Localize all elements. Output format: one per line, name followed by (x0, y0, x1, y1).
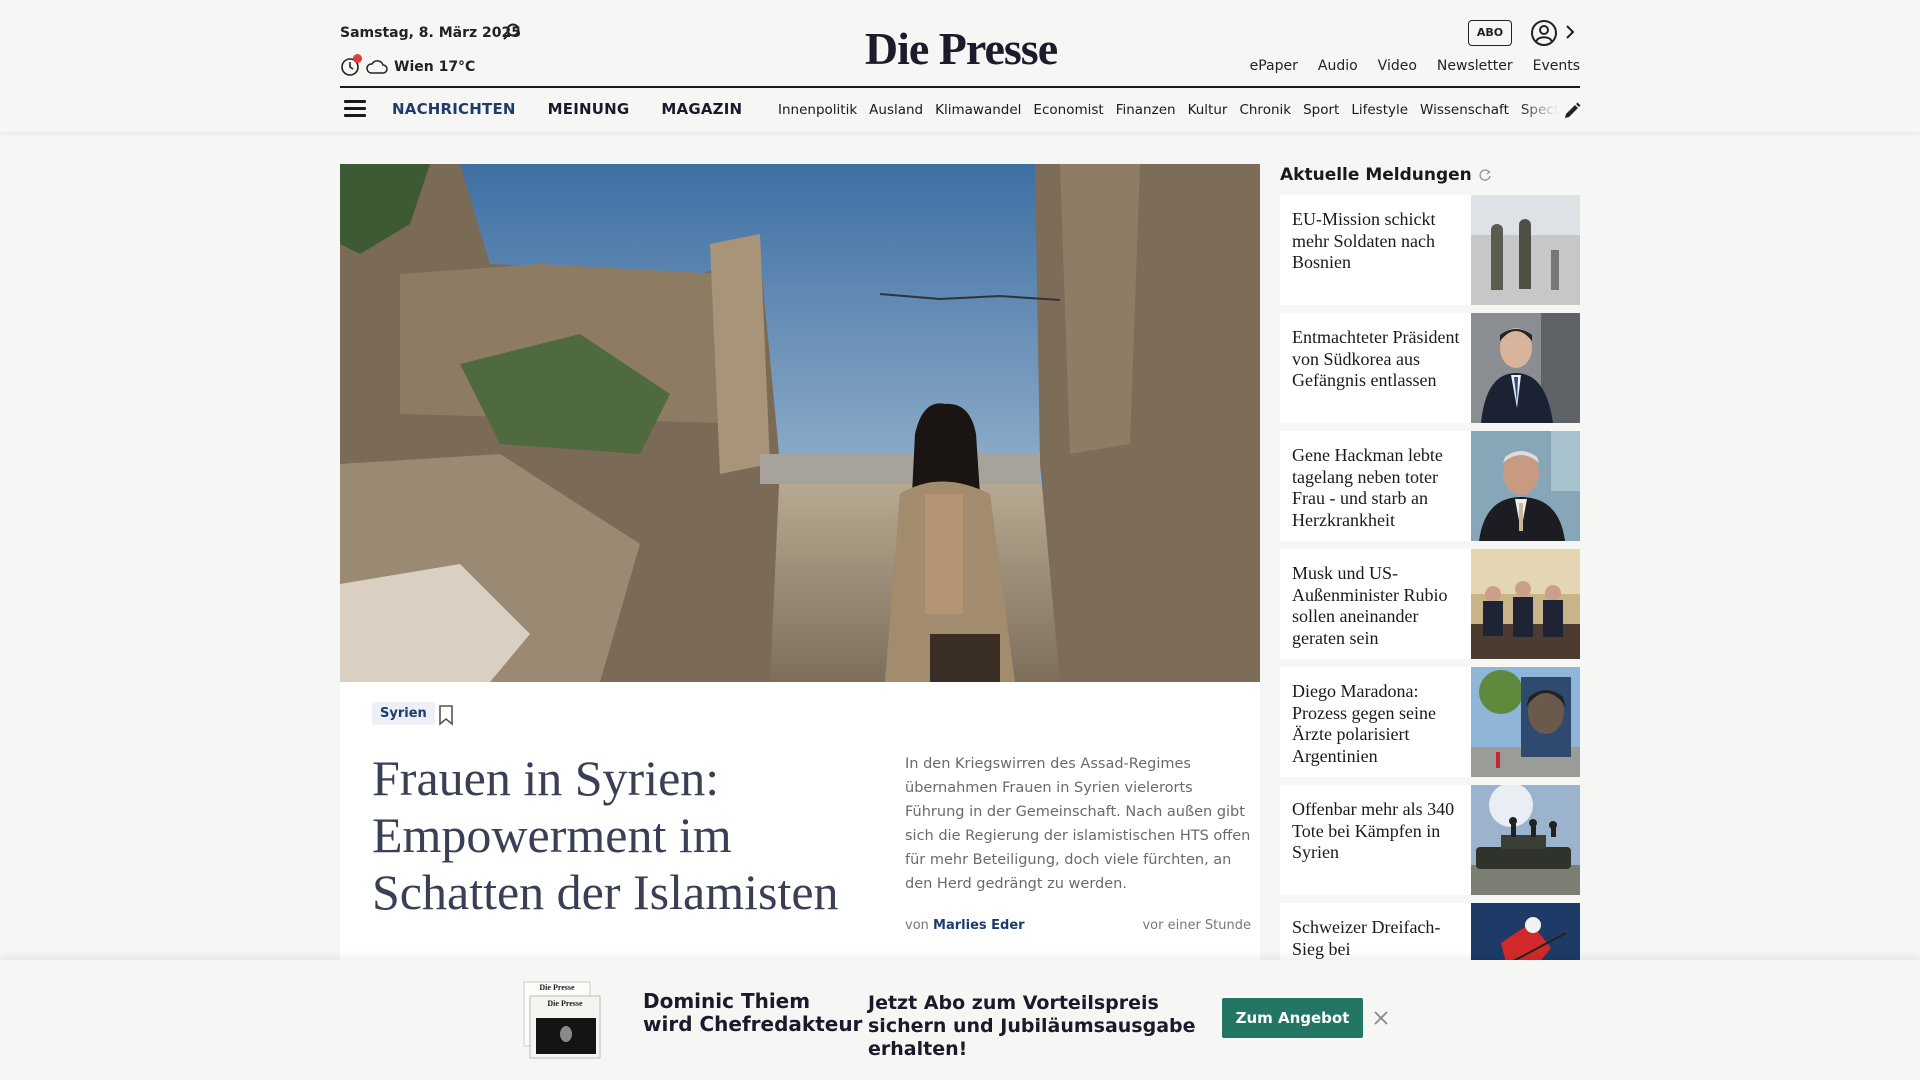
weather-text: Wien 17°C (394, 59, 476, 75)
news-item[interactable]: Gene Hackman lebte tagelang neben toter … (1280, 431, 1580, 541)
news-thumbnail[interactable] (1471, 431, 1580, 541)
article-card[interactable]: Syrien Frauen in Syrien: Empowerment im … (340, 682, 1260, 982)
news-item[interactable]: EU-Mission schickt mehr Soldaten nach Bo… (1280, 195, 1580, 305)
main-navigation: NACHRICHTEN MEINUNG MAGAZIN Innenpolitik… (340, 90, 1582, 130)
link-video[interactable]: Video (1378, 58, 1417, 74)
offer-button[interactable]: Zum Angebot (1222, 998, 1363, 1038)
news-item[interactable]: Offenbar mehr als 340 Tote bei Kämpfen i… (1280, 785, 1580, 895)
nav-meinung[interactable]: MEINUNG (548, 100, 630, 118)
header-divider (340, 86, 1580, 88)
news-item[interactable]: Diego Maradona: Prozess gegen seine Ärzt… (1280, 667, 1580, 777)
chevron-right-icon[interactable] (1564, 23, 1576, 41)
nav-nachrichten[interactable]: NACHRICHTEN (392, 100, 516, 118)
nav-magazin[interactable]: MAGAZIN (661, 100, 742, 118)
newspaper-image: Die Presse Die Presse (523, 981, 601, 1059)
user-icon[interactable] (1530, 19, 1558, 47)
link-newsletter[interactable]: Newsletter (1437, 58, 1513, 74)
link-audio[interactable]: Audio (1318, 58, 1358, 74)
site-header: Samstag, 8. März 2025 Wien 17°C Die Pres… (0, 0, 1920, 132)
nav-subcategories: Innenpolitik Ausland Klimawandel Economi… (778, 102, 1558, 122)
promo-text: Jetzt Abo zum Vorteilspreis sichern und … (868, 992, 1196, 1060)
article-time: vor einer Stunde (1142, 918, 1251, 933)
news-item-title[interactable]: Musk und US-Außenminister Rubio sollen a… (1292, 563, 1470, 649)
news-thumbnail[interactable] (1471, 549, 1580, 659)
menu-icon[interactable] (344, 100, 366, 118)
nav-spectrum[interactable]: Spectrum (1521, 102, 1558, 122)
nav-wissenschaft[interactable]: Wissenschaft (1420, 102, 1509, 122)
nav-sport[interactable]: Sport (1303, 102, 1339, 122)
nav-klimawandel[interactable]: Klimawandel (935, 102, 1021, 122)
search-icon[interactable] (502, 22, 522, 42)
link-epaper[interactable]: ePaper (1250, 58, 1298, 74)
news-item-title[interactable]: Offenbar mehr als 340 Tote bei Kämpfen i… (1292, 799, 1470, 864)
article-hero-image[interactable] (340, 164, 1260, 682)
top-links: ePaper Audio Video Newsletter Events (1250, 58, 1580, 74)
nav-innenpolitik[interactable]: Innenpolitik (778, 102, 857, 122)
news-list: EU-Mission schickt mehr Soldaten nach Bo… (1280, 195, 1580, 1021)
nav-chronik[interactable]: Chronik (1239, 102, 1291, 122)
article-tag[interactable]: Syrien (372, 702, 435, 725)
article-headline[interactable]: Frauen in Syrien: Empowerment im Schatte… (372, 750, 872, 921)
news-item[interactable]: Entmachteter Präsident von Südkorea aus … (1280, 313, 1580, 423)
bookmark-icon[interactable] (436, 704, 456, 726)
abo-button[interactable]: ABO (1468, 20, 1512, 46)
news-item-title[interactable]: Entmachteter Präsident von Südkorea aus … (1292, 327, 1470, 392)
site-logo[interactable]: Die Presse (858, 20, 1064, 78)
nav-ausland[interactable]: Ausland (869, 102, 923, 122)
newspaper-mini-logo: Die Presse (539, 983, 575, 992)
weather-widget[interactable]: Wien 17°C (340, 54, 476, 78)
promo-title: Dominic Thiem wird Chefredakteur (643, 989, 863, 1036)
news-item-title[interactable]: Gene Hackman lebte tagelang neben toter … (1292, 445, 1470, 531)
cloud-icon (366, 60, 388, 74)
news-thumbnail[interactable] (1471, 667, 1580, 777)
news-item-title[interactable]: Diego Maradona: Prozess gegen seine Ärzt… (1292, 681, 1470, 767)
byline-prefix: von (905, 918, 929, 933)
news-item-title[interactable]: EU-Mission schickt mehr Soldaten nach Bo… (1292, 209, 1470, 274)
pencil-icon[interactable] (1562, 101, 1582, 121)
article-byline: von Marlies Eder (905, 918, 1025, 933)
nav-lifestyle[interactable]: Lifestyle (1351, 102, 1408, 122)
close-icon[interactable] (1373, 1010, 1389, 1026)
nav-main-sections: NACHRICHTEN MEINUNG MAGAZIN (392, 100, 742, 118)
clock-icon[interactable] (340, 54, 362, 77)
link-events[interactable]: Events (1533, 58, 1580, 74)
refresh-icon[interactable] (1478, 168, 1492, 182)
news-thumbnail[interactable] (1471, 785, 1580, 895)
author-link[interactable]: Marlies Eder (933, 918, 1025, 933)
sidebar-title-text: Aktuelle Meldungen (1280, 165, 1472, 185)
article-teaser: In den Kriegswirren des Assad-Regimes üb… (905, 756, 1251, 892)
nav-kultur[interactable]: Kultur (1188, 102, 1228, 122)
nav-economist[interactable]: Economist (1033, 102, 1103, 122)
sidebar-title: Aktuelle Meldungen (1280, 165, 1492, 185)
subscription-banner: Die Presse Die Presse Dominic Thiem wird… (0, 960, 1920, 1080)
news-item[interactable]: Musk und US-Außenminister Rubio sollen a… (1280, 549, 1580, 659)
newspaper-mini-logo: Die Presse (547, 999, 583, 1008)
current-date: Samstag, 8. März 2025 (340, 25, 522, 41)
notification-dot (353, 54, 362, 63)
news-thumbnail[interactable] (1471, 195, 1580, 305)
news-thumbnail[interactable] (1471, 313, 1580, 423)
news-item-title[interactable]: Schweizer Dreifach-Sieg bei (1292, 917, 1470, 960)
nav-finanzen[interactable]: Finanzen (1116, 102, 1176, 122)
